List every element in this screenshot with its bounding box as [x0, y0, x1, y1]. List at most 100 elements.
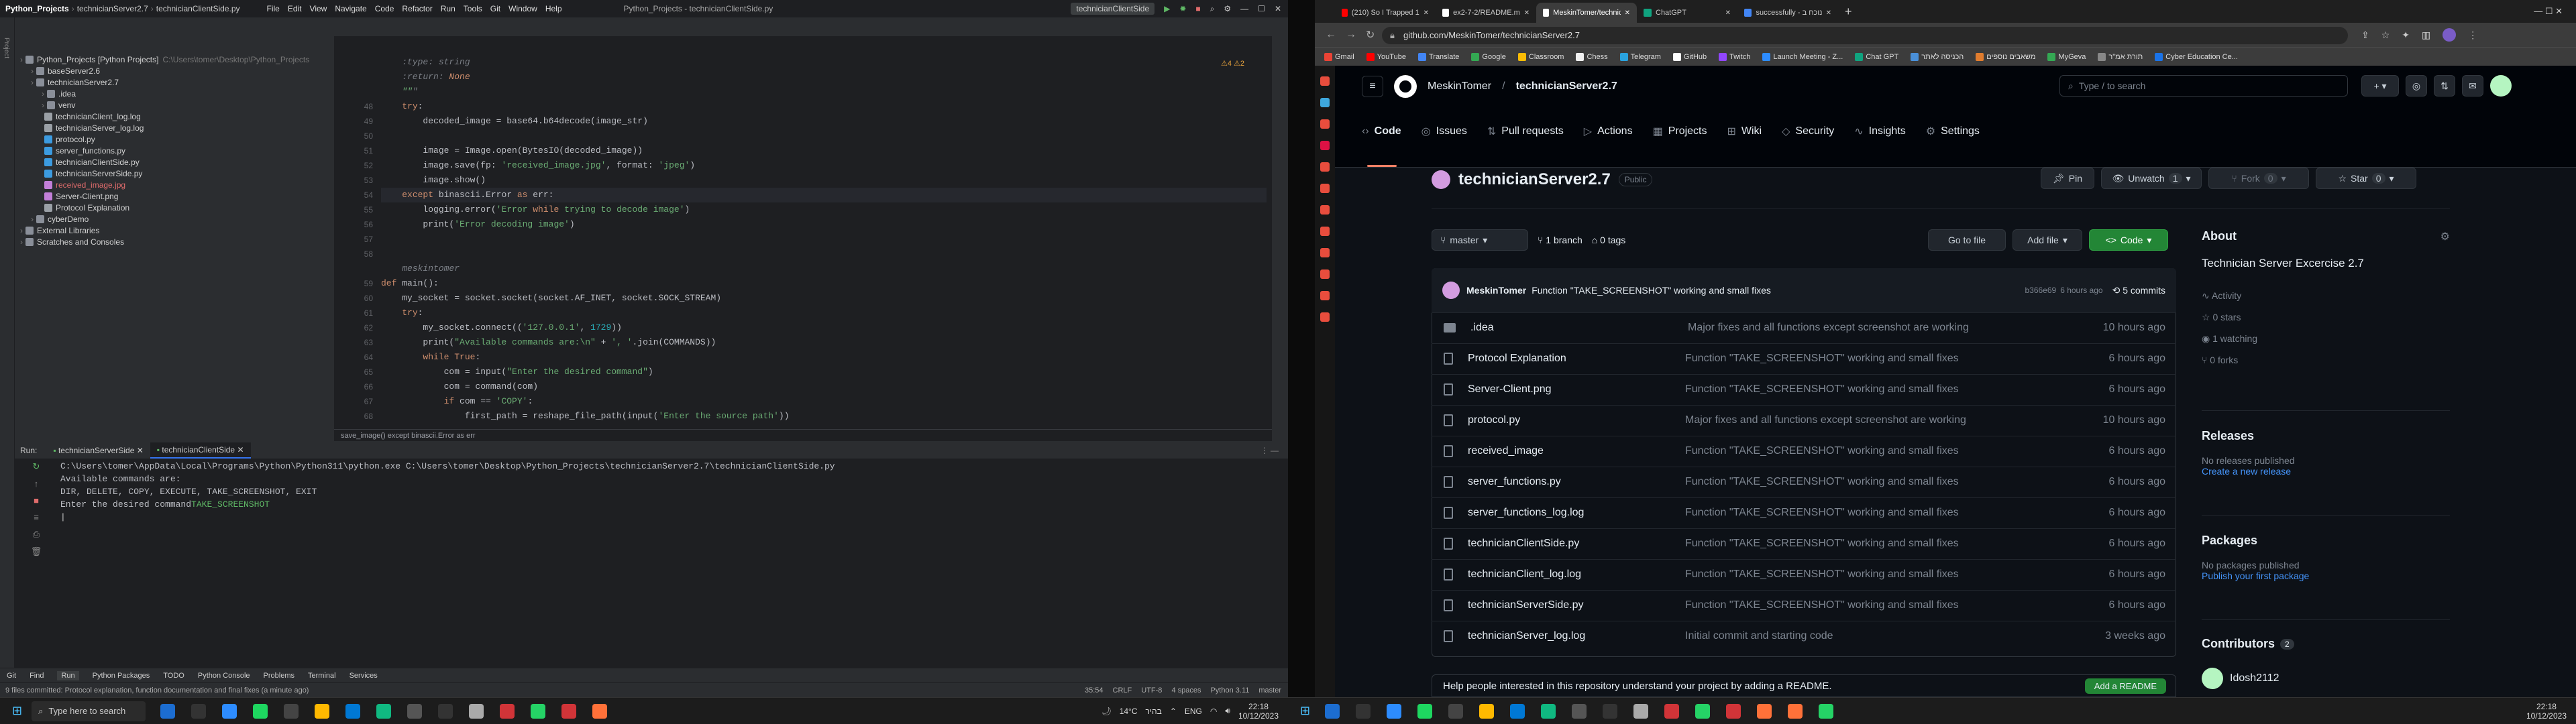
- reload-icon[interactable]: ↻: [1366, 28, 1375, 42]
- taskbar-app-icon[interactable]: [531, 703, 546, 719]
- tags-link[interactable]: ⌂ 0 tags: [1592, 235, 1626, 245]
- commit-message[interactable]: Function "TAKE_SCREENSHOT" working and s…: [1532, 285, 1771, 296]
- file-name[interactable]: .idea: [1470, 322, 1688, 334]
- weather-temp[interactable]: 14°C: [1120, 707, 1138, 716]
- share-icon[interactable]: ⇪: [2361, 29, 2369, 41]
- bookmark-item[interactable]: Cyber Education Ce...: [2155, 52, 2238, 61]
- tool-window-git[interactable]: Git: [7, 672, 16, 680]
- taskbar-app-icon[interactable]: [1541, 703, 1556, 719]
- browser-tab[interactable]: successfully - נוכח ב- ✕: [1737, 3, 1838, 23]
- weather-icon[interactable]: 🌙︎: [1101, 707, 1111, 716]
- file-commit-message[interactable]: Major fixes and all functions except scr…: [1685, 414, 2061, 426]
- code-line[interactable]: com = command(com): [381, 379, 1267, 394]
- bookmark-item[interactable]: Twitch: [1719, 52, 1750, 61]
- status-message[interactable]: 9 files committed: Protocol explanation,…: [5, 686, 309, 695]
- file-name[interactable]: server_functions_log.log: [1468, 507, 1685, 519]
- taskbar-app-icon[interactable]: [592, 703, 608, 719]
- print-icon[interactable]: ⎙: [33, 529, 40, 540]
- menu-edit[interactable]: Edit: [288, 4, 302, 13]
- taskbar-app-icon[interactable]: [345, 703, 361, 719]
- add-file-button[interactable]: Add file ▾: [2012, 229, 2082, 251]
- tree-item[interactable]: › External Libraries: [20, 225, 99, 237]
- new-tab-icon[interactable]: +: [1845, 5, 1852, 19]
- tab-close-icon[interactable]: ✕: [1424, 9, 1429, 17]
- code-line[interactable]: try:: [381, 99, 1267, 114]
- github-logo-icon[interactable]: [1394, 75, 1417, 98]
- code-line[interactable]: image.show(): [381, 173, 1267, 188]
- side-panel-icon[interactable]: [1320, 248, 1330, 257]
- tab-close-icon[interactable]: ✕: [1826, 9, 1831, 17]
- menu-refactor[interactable]: Refactor: [402, 4, 432, 13]
- code-line[interactable]: image.save(fp: 'received_image.jpg', for…: [381, 158, 1267, 173]
- file-commit-message[interactable]: Function "TAKE_SCREENSHOT" working and s…: [1685, 445, 2061, 457]
- trash-icon[interactable]: 🗑: [31, 546, 42, 557]
- bookmark-item[interactable]: YouTube: [1366, 52, 1406, 61]
- packages-title[interactable]: Packages: [2202, 534, 2450, 548]
- bookmark-item[interactable]: הכניסה לאתר: [1911, 52, 1964, 61]
- tree-item[interactable]: › baseServer2.6: [31, 65, 100, 77]
- taskbar-app-icon[interactable]: [1819, 703, 1834, 719]
- fork-button[interactable]: ⑂ Fork 0 ▾: [2208, 168, 2309, 189]
- taskbar-app-icon[interactable]: [1510, 703, 1525, 719]
- status-item[interactable]: 4 spaces: [1171, 686, 1201, 695]
- code-line[interactable]: except binascii.Error as err:: [381, 188, 1267, 202]
- tab-close-icon[interactable]: ✕: [1524, 9, 1529, 17]
- profile-avatar[interactable]: [2443, 28, 2457, 42]
- create-release-link[interactable]: Create a new release: [2202, 466, 2450, 477]
- run-tab-server[interactable]: ▪ technicianServerSide ✕: [46, 446, 150, 455]
- code-button[interactable]: <> Code ▾: [2089, 229, 2168, 251]
- code-line[interactable]: logging.error('Error while trying to dec…: [381, 202, 1267, 217]
- repo-title[interactable]: technicianServer2.7: [1458, 170, 1611, 189]
- side-panel-icon[interactable]: [1320, 269, 1330, 279]
- bookmark-item[interactable]: תורת אמ"ר: [2098, 52, 2143, 61]
- tree-item[interactable]: technicianClient_log.log: [42, 111, 141, 123]
- scroll-up-icon[interactable]: ↑: [34, 479, 39, 489]
- contributor-row[interactable]: Idosh2112: [2202, 668, 2279, 689]
- file-name[interactable]: server_functions.py: [1468, 476, 1685, 488]
- clock-right[interactable]: 22:18 10/12/2023: [2526, 702, 2567, 721]
- breadcrumb-project[interactable]: technicianServer2.7: [77, 4, 148, 13]
- browser-tab[interactable]: ex2-7-2/README.md at ✕: [1436, 3, 1536, 23]
- file-row[interactable]: technicianClientSide.py Function "TAKE_SC…: [1432, 528, 2176, 558]
- publish-package-link[interactable]: Publish your first package: [2202, 570, 2450, 581]
- pin-button[interactable]: 📌︎ Pin: [2041, 168, 2094, 189]
- settings-icon[interactable]: ⚙: [1224, 4, 1231, 13]
- file-name[interactable]: received_image: [1468, 445, 1685, 457]
- volume-icon[interactable]: 🔊︎: [1225, 706, 1230, 716]
- status-item[interactable]: CRLF: [1113, 686, 1132, 695]
- repo-nav-code[interactable]: ‹› Code: [1362, 125, 1401, 137]
- tree-item[interactable]: › Scratches and Consoles: [20, 236, 124, 248]
- tool-window-services[interactable]: Services: [350, 672, 378, 680]
- taskbar-app-icon[interactable]: [1356, 703, 1371, 719]
- taskbar-app-icon[interactable]: [253, 703, 268, 719]
- tool-window-problems[interactable]: Problems: [264, 672, 294, 680]
- browser-menu-icon[interactable]: ⋮: [2468, 29, 2477, 41]
- taskbar-app-icon[interactable]: [160, 703, 176, 719]
- taskbar-app-icon[interactable]: [1664, 703, 1680, 719]
- code-line[interactable]: :return: None: [381, 70, 1267, 84]
- user-avatar[interactable]: [2490, 75, 2512, 97]
- maximize-icon[interactable]: ☐: [1258, 4, 1265, 13]
- hamburger-icon[interactable]: ≡: [1362, 76, 1383, 97]
- browser-tab[interactable]: (210) So I Trapped 100 Kids ✕: [1335, 3, 1436, 23]
- code-line[interactable]: [381, 232, 1267, 247]
- taskbar-app-icon[interactable]: [1325, 703, 1340, 719]
- menu-navigate[interactable]: Navigate: [335, 4, 366, 13]
- bookmark-star-icon[interactable]: ☆: [2381, 29, 2390, 41]
- side-panel-icon[interactable]: [1320, 312, 1330, 322]
- menu-code[interactable]: Code: [375, 4, 394, 13]
- create-new-icon[interactable]: + ▾: [2361, 75, 2399, 97]
- soft-wrap-icon[interactable]: ≡: [34, 512, 39, 522]
- file-name[interactable]: technicianClientSide.py: [1468, 538, 1685, 550]
- menu-git[interactable]: Git: [490, 4, 500, 13]
- taskbar-app-icon[interactable]: [191, 703, 207, 719]
- forward-icon[interactable]: →: [1346, 29, 1356, 41]
- code-line[interactable]: meskintomer: [381, 261, 1267, 276]
- about-settings-icon[interactable]: ⚙: [2440, 230, 2450, 243]
- pull-requests-icon[interactable]: ⇅: [2434, 75, 2455, 97]
- owner-avatar[interactable]: [1432, 170, 1450, 189]
- repo-nav-insights[interactable]: ∿ Insights: [1854, 125, 1906, 138]
- forks-link[interactable]: ⑂ 0 forks: [2202, 349, 2450, 371]
- taskbar-app-icon[interactable]: [284, 703, 299, 719]
- issues-icon[interactable]: ◎: [2406, 75, 2427, 97]
